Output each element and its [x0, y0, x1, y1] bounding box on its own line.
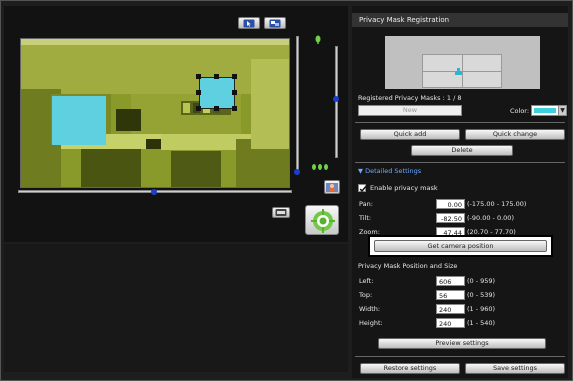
- video-panel-lower: [4, 244, 348, 372]
- privacy-mask-area-1[interactable]: [52, 96, 106, 145]
- resize-handle-ne[interactable]: [232, 74, 237, 79]
- privacy-mask-area-selected[interactable]: [199, 77, 235, 109]
- tilt-slider[interactable]: [296, 36, 299, 174]
- chevron-down-icon: ▼: [558, 106, 566, 115]
- checkmark-icon: [359, 186, 367, 193]
- mask-name-input[interactable]: New: [358, 105, 462, 116]
- restore-settings-button[interactable]: Restore settings: [360, 363, 460, 374]
- detailed-settings-toggle[interactable]: ▼ Detailed Settings: [358, 167, 421, 175]
- resize-handle-w[interactable]: [196, 90, 201, 95]
- zoom-in-icon[interactable]: [314, 35, 322, 46]
- height-label: Height:: [359, 319, 383, 327]
- width-input[interactable]: 240: [436, 304, 465, 314]
- snapshot-button[interactable]: [324, 180, 340, 194]
- resize-screen-icon: [269, 19, 281, 27]
- screen-size-button[interactable]: [264, 17, 286, 29]
- height-range: (1 - 540): [467, 319, 496, 327]
- pan-label: Pan:: [359, 200, 373, 208]
- enable-mask-checkbox[interactable]: [358, 184, 367, 193]
- resize-handle-sw[interactable]: [196, 106, 201, 111]
- tilt-range: (-90.00 - 0.00): [467, 214, 514, 222]
- tilt-input[interactable]: -82.50: [436, 213, 465, 223]
- pan-input[interactable]: 0.00: [436, 199, 465, 209]
- panel-title: Privacy Mask Registration: [352, 13, 568, 27]
- select-mode-button[interactable]: [238, 17, 260, 29]
- color-select[interactable]: ▼: [531, 105, 567, 116]
- preview-settings-button[interactable]: Preview settings: [378, 338, 546, 349]
- pan-slider-handle[interactable]: [151, 189, 157, 195]
- left-range: (0 - 959): [467, 277, 496, 285]
- tilt-slider-handle[interactable]: [294, 169, 300, 175]
- resize-handle-n[interactable]: [214, 74, 219, 79]
- detailed-settings-header: Detailed Settings: [365, 167, 422, 175]
- full-view-button[interactable]: [272, 207, 290, 218]
- zoom-slider-handle[interactable]: [333, 96, 339, 102]
- height-input[interactable]: 240: [436, 318, 465, 328]
- mask-thumb: [455, 71, 462, 75]
- crosshair-target-icon: [311, 209, 335, 233]
- tilt-label: Tilt:: [359, 214, 372, 222]
- enable-mask-label: Enable privacy mask: [370, 184, 438, 192]
- mask-overview-map[interactable]: [385, 36, 540, 89]
- zoom-slider[interactable]: [335, 46, 338, 158]
- delete-button[interactable]: Delete: [411, 145, 513, 156]
- position-size-header: Privacy Mask Position and Size: [358, 262, 458, 270]
- quick-add-button[interactable]: Quick add: [360, 129, 460, 140]
- color-swatch: [534, 108, 556, 113]
- pan-range: (-175.00 - 175.00): [467, 200, 527, 208]
- save-settings-button[interactable]: Save settings: [465, 363, 565, 374]
- color-label: Color:: [510, 107, 530, 115]
- divider: [355, 356, 565, 357]
- top-range: (0 - 539): [467, 291, 496, 299]
- registered-masks-label: Registered Privacy Masks : 1 / 8: [358, 94, 462, 102]
- cursor-icon: [243, 19, 255, 27]
- zoom-out-icon[interactable]: [311, 164, 329, 174]
- width-range: (1 - 960): [467, 305, 496, 313]
- left-label: Left:: [359, 277, 374, 285]
- resize-handle-se[interactable]: [232, 106, 237, 111]
- resize-handle-nw[interactable]: [196, 74, 201, 79]
- width-label: Width:: [359, 305, 381, 313]
- divider: [355, 122, 565, 123]
- panorama-icon: [275, 209, 287, 216]
- top-label: Top:: [359, 291, 373, 299]
- mask-thumb-small: [457, 68, 460, 71]
- quick-change-button[interactable]: Quick change: [465, 129, 565, 140]
- top-input[interactable]: 56: [436, 290, 465, 300]
- left-input[interactable]: 606: [436, 276, 465, 286]
- person-camera-icon: [326, 183, 338, 192]
- divider: [355, 162, 565, 163]
- get-camera-position-button[interactable]: Get camera position: [374, 240, 547, 252]
- resize-handle-s[interactable]: [214, 106, 219, 111]
- resize-handle-e[interactable]: [232, 90, 237, 95]
- home-position-button[interactable]: [305, 205, 339, 235]
- range-divider-vertical: [462, 54, 463, 88]
